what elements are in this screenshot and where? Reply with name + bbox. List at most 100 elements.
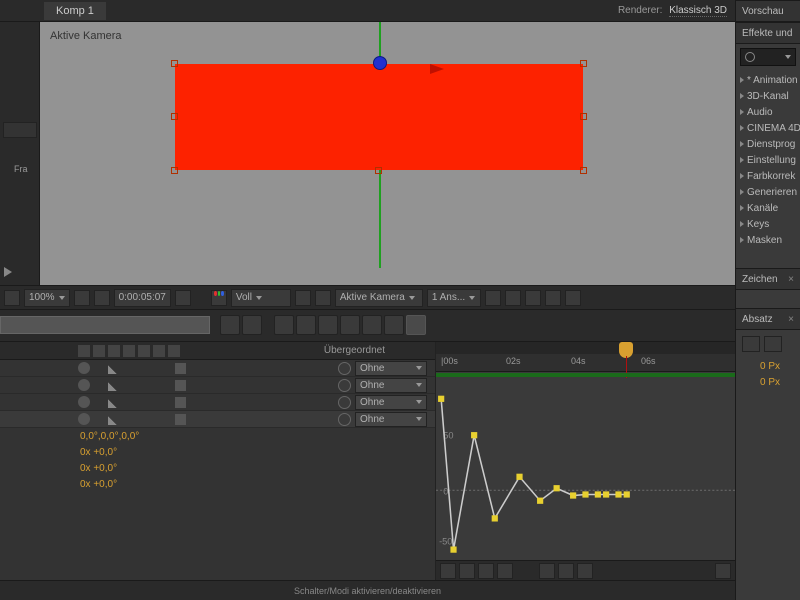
expand-triangle-icon[interactable]	[740, 77, 744, 83]
3d-layer-toggle[interactable]	[175, 363, 186, 374]
current-time[interactable]: 0:00:05:07	[114, 289, 171, 307]
keyframe[interactable]	[554, 485, 560, 491]
x-axis-gizmo[interactable]	[430, 64, 460, 74]
layer-row[interactable]: Ohne	[0, 394, 435, 411]
brain-icon[interactable]	[318, 315, 338, 335]
resize-handle-se[interactable]	[580, 167, 587, 174]
keyframe[interactable]	[438, 396, 444, 402]
fit-all-icon[interactable]	[577, 563, 593, 579]
renderer-info[interactable]: Renderer: Klassisch 3D	[618, 5, 727, 16]
expand-triangle-icon[interactable]	[740, 141, 744, 147]
3d-layer-toggle[interactable]	[175, 380, 186, 391]
grid-icon[interactable]	[4, 290, 20, 306]
graph-eye-icon[interactable]	[440, 563, 456, 579]
3d-column-icon[interactable]	[168, 345, 180, 357]
visibility-toggle[interactable]	[78, 379, 90, 391]
fit-icon[interactable]	[558, 563, 574, 579]
flowchart-icon[interactable]	[545, 290, 561, 306]
effect-category-item[interactable]: Masken	[736, 232, 800, 248]
zeichen-panel-header[interactable]: Zeichen×	[736, 268, 800, 290]
3d-layer-toggle[interactable]	[175, 414, 186, 425]
keyframe[interactable]	[603, 491, 609, 497]
graph-editor[interactable]: |00s02s04s06s 50 0 -50	[435, 342, 735, 580]
snap-icon[interactable]	[497, 563, 513, 579]
keyframe[interactable]	[595, 491, 601, 497]
zoom-dropdown[interactable]: 100%	[24, 289, 70, 307]
keyframe[interactable]	[615, 491, 621, 497]
parent-pickwhip-icon[interactable]	[338, 396, 351, 409]
effect-category-item[interactable]: Kanäle	[736, 200, 800, 216]
keyframe[interactable]	[492, 515, 498, 521]
timeline-icon[interactable]	[525, 290, 541, 306]
frame-blend-icon[interactable]	[274, 315, 294, 335]
layer-row[interactable]: Ohne	[0, 360, 435, 377]
expand-triangle-icon[interactable]	[740, 125, 744, 131]
property-value-row[interactable]: 0x +0,0°	[0, 460, 435, 476]
resize-handle-sw[interactable]	[171, 167, 178, 174]
effect-category-item[interactable]: CINEMA 4D	[736, 120, 800, 136]
play-button[interactable]	[4, 267, 16, 281]
view-dropdown[interactable]: Aktive Kamera	[335, 289, 423, 307]
expand-triangle-icon[interactable]	[740, 157, 744, 163]
value-graph-line[interactable]	[441, 399, 627, 550]
views-count-dropdown[interactable]: 1 Ans...	[427, 289, 481, 307]
collapse-icon[interactable]	[242, 315, 262, 335]
blend-column-icon[interactable]	[138, 345, 150, 357]
roi-icon[interactable]	[295, 290, 311, 306]
indent-first-value[interactable]: 0 Px	[760, 377, 780, 388]
keyframe[interactable]	[471, 432, 477, 438]
resize-handle-w[interactable]	[171, 113, 178, 120]
keyframe[interactable]	[624, 491, 630, 497]
resize-handle-e[interactable]	[580, 113, 587, 120]
label-color[interactable]	[108, 363, 119, 374]
work-area-bar[interactable]	[436, 373, 735, 377]
channels-icon[interactable]	[211, 290, 227, 306]
visibility-toggle[interactable]	[78, 362, 90, 374]
shy-icon[interactable]	[220, 315, 240, 335]
keyframe[interactable]	[516, 474, 522, 480]
zoom-icon[interactable]	[539, 563, 555, 579]
layer-row[interactable]: Ohne	[0, 377, 435, 394]
effekte-panel-header[interactable]: Effekte und	[736, 22, 800, 44]
expand-triangle-icon[interactable]	[740, 93, 744, 99]
safe-zones-icon[interactable]	[74, 290, 90, 306]
3d-icon[interactable]	[362, 315, 382, 335]
eye-column-icon[interactable]	[78, 345, 90, 357]
solo-column-icon[interactable]	[93, 345, 105, 357]
lock-column-icon[interactable]	[108, 345, 120, 357]
label-color[interactable]	[108, 380, 119, 391]
graph-editor-icon[interactable]	[406, 315, 426, 335]
fast-preview-icon[interactable]	[505, 290, 521, 306]
parent-dropdown[interactable]: Ohne	[355, 412, 427, 427]
pixel-aspect-icon[interactable]	[485, 290, 501, 306]
ease-icon[interactable]	[715, 563, 731, 579]
effect-category-item[interactable]: Farbkorrek	[736, 168, 800, 184]
renderer-value[interactable]: Klassisch 3D	[669, 5, 727, 17]
resize-handle-s[interactable]	[375, 167, 382, 174]
parent-pickwhip-icon[interactable]	[338, 362, 351, 375]
expand-triangle-icon[interactable]	[740, 237, 744, 243]
adjustment-icon[interactable]	[340, 315, 360, 335]
visibility-toggle[interactable]	[78, 396, 90, 408]
align-center-icon[interactable]	[764, 336, 782, 352]
effect-category-item[interactable]: 3D-Kanal	[736, 88, 800, 104]
keyframe[interactable]	[450, 546, 456, 552]
resolution-dropdown[interactable]: Voll	[231, 289, 291, 307]
time-ruler[interactable]: |00s02s04s06s	[436, 342, 735, 372]
property-value-row[interactable]: 0x +0,0°	[0, 444, 435, 460]
3d-layer-toggle[interactable]	[175, 397, 186, 408]
mask-icon[interactable]	[94, 290, 110, 306]
snapshot-icon[interactable]	[175, 290, 191, 306]
expand-triangle-icon[interactable]	[740, 189, 744, 195]
expression-icon[interactable]	[384, 315, 404, 335]
resize-handle-ne[interactable]	[580, 60, 587, 67]
indent-left-value[interactable]: 0 Px	[760, 361, 780, 372]
visibility-toggle[interactable]	[78, 413, 90, 425]
keyframe[interactable]	[582, 491, 588, 497]
effect-category-item[interactable]: Einstellung	[736, 152, 800, 168]
refresh-icon[interactable]	[565, 290, 581, 306]
resize-handle-nw[interactable]	[171, 60, 178, 67]
property-value-row[interactable]: 0x +0,0°	[0, 476, 435, 492]
label-color[interactable]	[108, 397, 119, 408]
parent-dropdown[interactable]: Ohne	[355, 361, 427, 376]
